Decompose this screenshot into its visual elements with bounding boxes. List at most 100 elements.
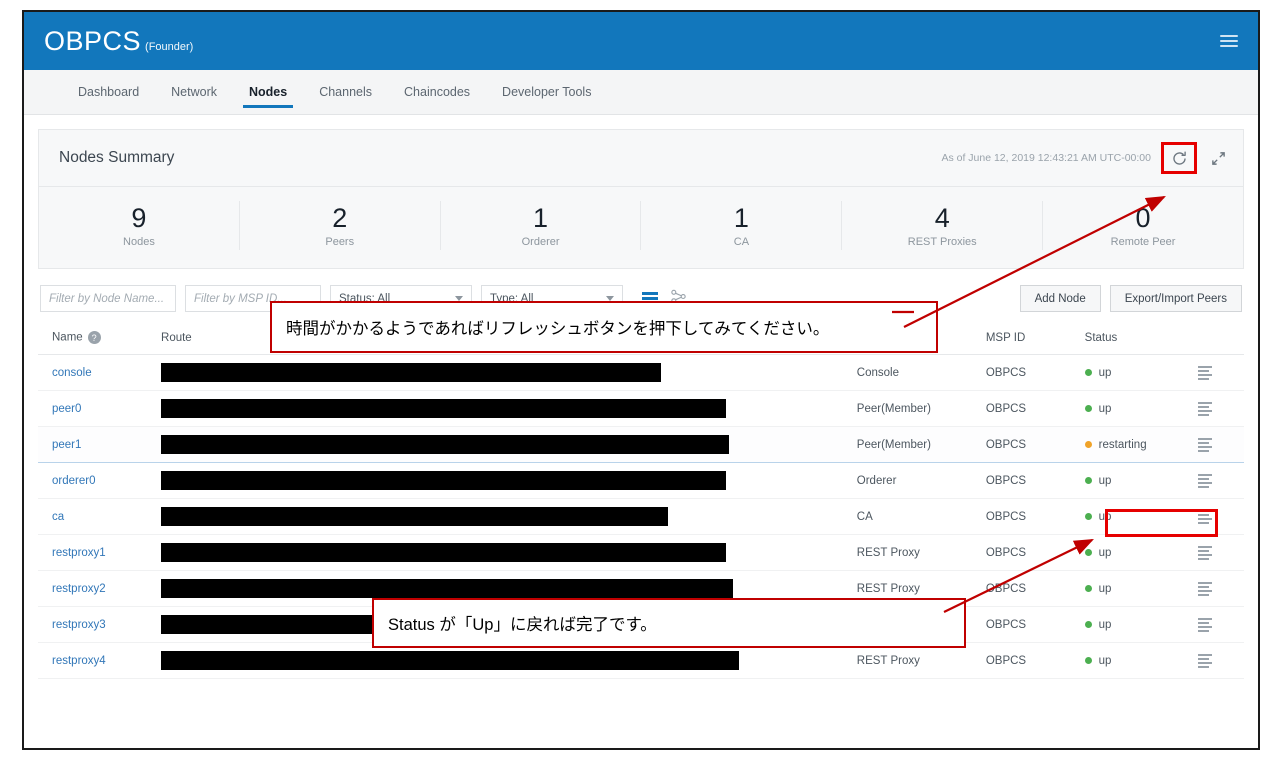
callout-status-instruction: Status が「Up」に戻れば完了です。 [372,598,966,648]
node-name-link[interactable]: restproxy1 [52,547,106,559]
stat-rest-proxies: 4 REST Proxies [842,201,1043,250]
cell-route [161,355,857,391]
cell-msp-id: OBPCS [986,427,1085,463]
add-node-button[interactable]: Add Node [1020,285,1101,312]
route-redaction-bar [161,579,733,598]
refresh-icon[interactable] [1168,147,1190,169]
route-redaction-bar [161,363,661,382]
row-menu-icon[interactable] [1198,654,1212,668]
column-label: Route [161,332,192,344]
stat-value: 1 [441,203,641,233]
column-header-status[interactable]: Status [1085,322,1196,355]
brand-subtitle: (Founder) [145,41,193,53]
cell-row-actions [1196,355,1244,391]
column-header-actions [1196,322,1244,355]
cell-type: CA [857,499,986,535]
status-dot-icon [1085,405,1092,412]
table-row[interactable]: caCAOBPCSup [38,499,1244,535]
cell-msp-id: OBPCS [986,571,1085,607]
table-row[interactable]: restproxy1REST ProxyOBPCSup [38,535,1244,571]
table-row[interactable]: peer1Peer(Member)OBPCSrestarting [38,427,1244,463]
page-title: Nodes Summary [59,149,174,167]
stat-remote-peer: 0 Remote Peer [1043,201,1243,250]
stat-label: Peers [240,236,440,248]
cell-route [161,643,857,679]
cell-node-name: restproxy3 [38,607,161,643]
cell-node-name: peer1 [38,427,161,463]
cell-type: Peer(Member) [857,391,986,427]
cell-route [161,499,857,535]
route-redaction-bar [161,507,668,526]
cell-type: Orderer [857,463,986,499]
column-header-name[interactable]: Name? [38,322,161,355]
row-menu-icon[interactable] [1198,474,1212,488]
cell-route [161,427,857,463]
table-row[interactable]: orderer0OrdererOBPCSup [38,463,1244,499]
main-navigation: Dashboard Network Nodes Channels Chainco… [24,70,1258,115]
expand-icon[interactable] [1207,147,1229,169]
row-menu-icon[interactable] [1198,582,1212,596]
status-dot-icon [1085,513,1092,520]
tab-developer-tools[interactable]: Developer Tools [486,70,607,114]
cell-type: REST Proxy [857,643,986,679]
export-import-peers-button[interactable]: Export/Import Peers [1110,285,1242,312]
tab-network[interactable]: Network [155,70,233,114]
hamburger-icon[interactable] [1220,35,1240,47]
node-name-link[interactable]: restproxy3 [52,619,106,631]
cell-msp-id: OBPCS [986,607,1085,643]
status-dot-icon [1085,585,1092,592]
tab-channels[interactable]: Channels [303,70,388,114]
brand-logo: OBPCS (Founder) [44,26,193,57]
app-header: OBPCS (Founder) [24,12,1258,70]
table-row[interactable]: consoleConsoleOBPCSup [38,355,1244,391]
stat-peers: 2 Peers [240,201,441,250]
cell-row-actions [1196,607,1244,643]
column-label: Status [1085,332,1118,344]
row-menu-icon[interactable] [1198,618,1212,632]
table-row[interactable]: restproxy4REST ProxyOBPCSup [38,643,1244,679]
cell-status: up [1085,499,1196,535]
stat-value: 4 [842,203,1042,233]
cell-node-name: console [38,355,161,391]
tab-dashboard[interactable]: Dashboard [62,70,155,114]
tab-chaincodes[interactable]: Chaincodes [388,70,486,114]
stat-nodes: 9 Nodes [39,201,240,250]
row-menu-icon[interactable] [1198,402,1212,416]
tab-nodes[interactable]: Nodes [233,70,303,114]
tab-label: Nodes [249,85,287,99]
row-menu-icon[interactable] [1198,510,1212,524]
help-icon[interactable]: ? [88,331,101,344]
stat-label: Remote Peer [1043,236,1243,248]
node-name-link[interactable]: peer1 [52,439,81,451]
stat-orderer: 1 Orderer [441,201,642,250]
callout-text: Status が「Up」に戻れば完了です。 [388,611,657,635]
column-label: MSP ID [986,332,1025,344]
node-name-link[interactable]: ca [52,511,64,523]
cell-msp-id: OBPCS [986,463,1085,499]
row-menu-icon[interactable] [1198,438,1212,452]
stat-value: 9 [39,203,239,233]
nodes-summary-header: Nodes Summary As of June 12, 2019 12:43:… [39,130,1243,187]
column-header-msp-id[interactable]: MSP ID [986,322,1085,355]
node-name-link[interactable]: orderer0 [52,475,95,487]
table-row[interactable]: peer0Peer(Member)OBPCSup [38,391,1244,427]
node-name-link[interactable]: console [52,367,92,379]
cell-type: Peer(Member) [857,427,986,463]
cell-msp-id: OBPCS [986,391,1085,427]
node-name-link[interactable]: restproxy4 [52,655,106,667]
route-redaction-bar [161,651,739,670]
cell-row-actions [1196,463,1244,499]
node-name-link[interactable]: peer0 [52,403,81,415]
cell-node-name: orderer0 [38,463,161,499]
cell-row-actions [1196,571,1244,607]
callout-text: 時間がかかるようであればリフレッシュボタンを押下してみてください。 [286,315,829,339]
status-dot-icon [1085,549,1092,556]
row-menu-icon[interactable] [1198,546,1212,560]
row-menu-icon[interactable] [1198,366,1212,380]
node-name-link[interactable]: restproxy2 [52,583,106,595]
status-badge: up [1099,583,1112,595]
status-dot-icon [1085,621,1092,628]
node-name-filter-input[interactable] [40,285,176,312]
route-redaction-bar [161,471,726,490]
status-badge: up [1099,547,1112,559]
